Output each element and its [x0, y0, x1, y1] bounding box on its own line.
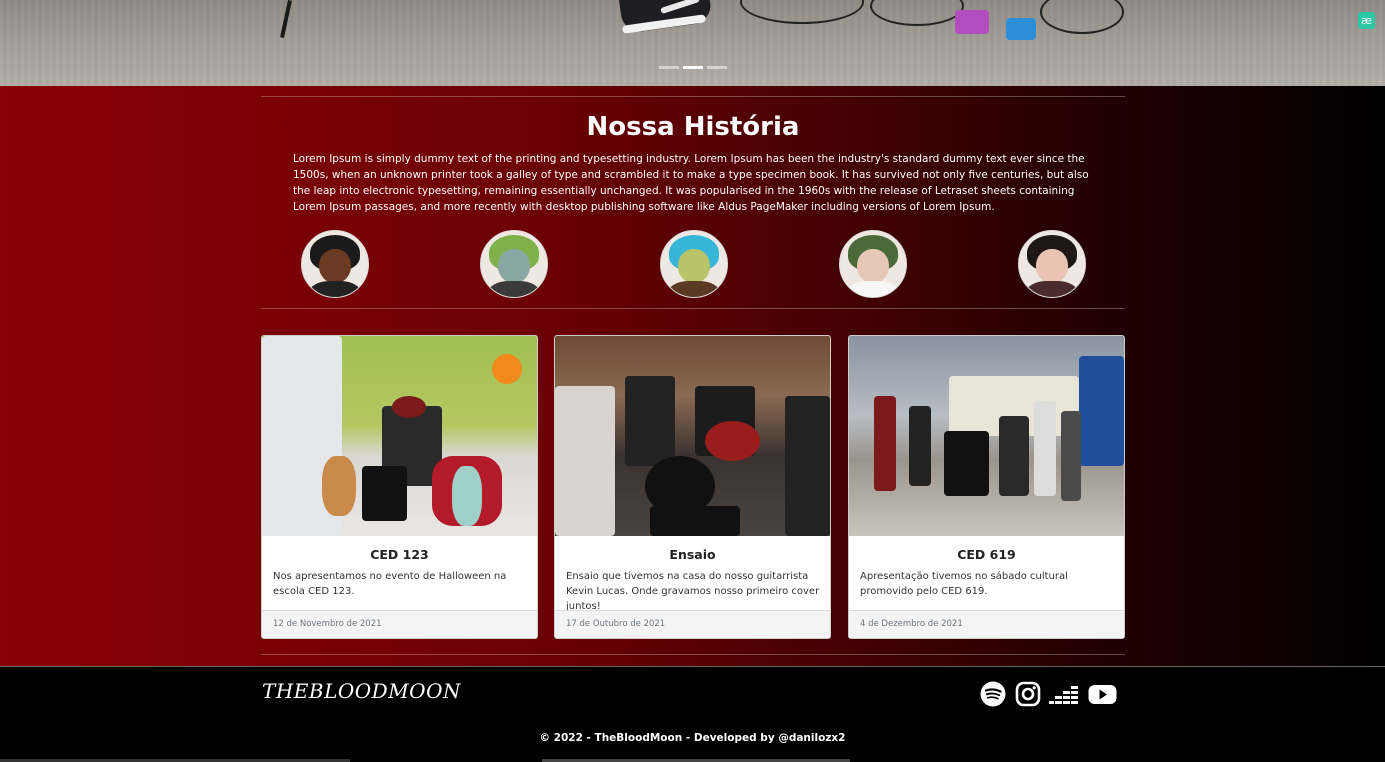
divider	[261, 96, 1125, 97]
hero-photo-cable	[870, 0, 964, 26]
history-title: Nossa História	[586, 112, 800, 142]
avatar-face	[319, 249, 351, 283]
avatar-body	[1026, 281, 1078, 297]
divider	[261, 308, 1125, 309]
hero-photo-pedal	[955, 10, 989, 34]
divider	[261, 654, 1125, 655]
avatar-body	[488, 281, 540, 297]
avatar-body	[847, 281, 899, 297]
card-date: 12 de Novembro de 2021	[273, 619, 382, 629]
carousel-indicator-1[interactable]	[659, 66, 679, 69]
card-footer: 12 de Novembro de 2021	[262, 610, 537, 638]
photo-amp	[362, 466, 407, 521]
hero-photo-pedal	[1006, 18, 1036, 40]
photo-person	[785, 396, 830, 536]
deezer-icon[interactable]	[1049, 681, 1079, 707]
member-avatar-4	[839, 230, 907, 298]
photo-person	[1061, 411, 1081, 501]
card-date: 4 de Dezembro de 2021	[860, 619, 963, 629]
avatar-body	[309, 281, 361, 297]
card-footer: 4 de Dezembro de 2021	[849, 610, 1124, 638]
hero-photo-cable	[1040, 0, 1124, 34]
photo-person	[909, 406, 931, 486]
history-section: Nossa História Lorem Ipsum is simply dum…	[0, 86, 1385, 666]
carousel-indicators	[659, 66, 727, 69]
footer-bottom: © 2022 - TheBloodMoon - Developed by @da…	[0, 720, 1385, 762]
event-photo-ced-619	[849, 336, 1124, 536]
carousel-indicator-3[interactable]	[707, 66, 727, 69]
footer-bar: THEBLOODMOON	[0, 666, 1385, 721]
carousel-indicator-2[interactable]	[683, 66, 703, 69]
card-text: Apresentação tivemos no sábado cultural …	[860, 571, 1068, 597]
hero-carousel[interactable]	[0, 0, 1385, 87]
copyright-text: © 2022 - TheBloodMoon - Developed by @da…	[539, 732, 846, 744]
event-card[interactable]: CED 619 Apresentação tivemos no sábado c…	[848, 335, 1125, 639]
extension-badge-icon[interactable]: æ	[1358, 12, 1375, 29]
avatar-face	[857, 249, 889, 283]
instagram-icon[interactable]	[1015, 681, 1041, 707]
event-photo-ensaio	[555, 336, 830, 536]
photo-drums	[999, 416, 1029, 496]
footer-brand[interactable]: THEBLOODMOON	[262, 679, 461, 703]
photo-drum	[705, 421, 760, 461]
card-text: Nos apresentamos no evento de Halloween …	[273, 571, 507, 597]
event-card[interactable]: CED 123 Nos apresentamos no evento de Ha…	[261, 335, 538, 639]
card-title: CED 619	[957, 547, 1016, 562]
avatar-face	[678, 249, 710, 283]
event-photo-halloween	[262, 336, 537, 536]
photo-person	[555, 386, 615, 536]
member-avatar-2	[480, 230, 548, 298]
event-card[interactable]: Ensaio Ensaio que tivemos na casa do nos…	[554, 335, 831, 639]
card-date: 17 de Outubro de 2021	[566, 619, 666, 629]
photo-door	[1079, 356, 1124, 466]
photo-pumpkin	[492, 354, 522, 384]
photo-guitar	[322, 456, 356, 516]
photo-person	[1034, 401, 1056, 496]
photo-person	[874, 396, 896, 491]
youtube-icon[interactable]	[1088, 681, 1117, 707]
hero-photo-mic-stand	[280, 0, 292, 39]
avatar-face	[498, 249, 530, 283]
spotify-icon[interactable]	[980, 681, 1006, 707]
photo-person	[625, 376, 675, 466]
avatar-body	[668, 281, 720, 297]
photo-person	[944, 431, 989, 496]
photo-drum	[392, 396, 426, 418]
member-avatar-1	[301, 230, 369, 298]
avatar-face	[1036, 249, 1068, 283]
card-footer: 17 de Outubro de 2021	[555, 610, 830, 638]
card-text: Ensaio que tivemos na casa do nosso guit…	[566, 571, 820, 612]
member-avatar-5	[1018, 230, 1086, 298]
history-text: Lorem Ipsum is simply dummy text of the …	[293, 153, 1089, 213]
photo-amp	[650, 506, 740, 536]
card-title: Ensaio	[669, 547, 716, 562]
photo-guitar	[452, 466, 482, 526]
card-title: CED 123	[370, 547, 429, 562]
member-avatar-3	[660, 230, 728, 298]
hero-photo-cable	[740, 0, 864, 24]
page: æ Nossa História Lorem Ipsum is simply d…	[0, 0, 1385, 762]
